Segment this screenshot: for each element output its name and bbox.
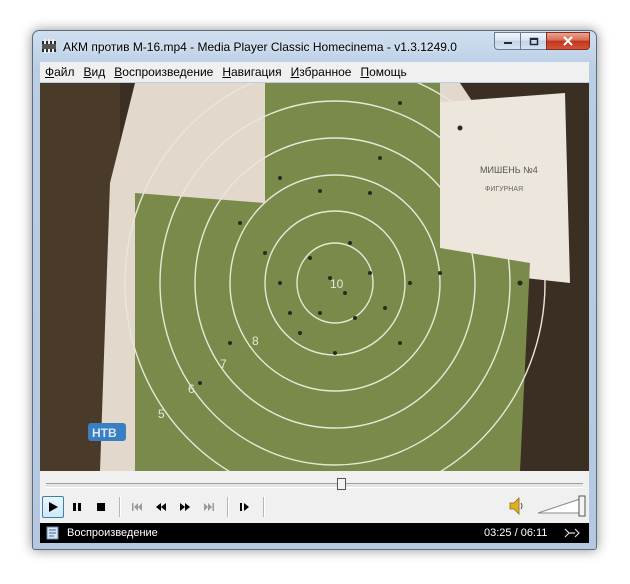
- skip-back-button[interactable]: [126, 496, 148, 518]
- svg-text:6: 6: [188, 382, 195, 396]
- maximize-button[interactable]: [520, 32, 546, 50]
- frame-step-button[interactable]: [234, 496, 256, 518]
- svg-text:НТВ: НТВ: [92, 426, 117, 440]
- stop-icon: [97, 503, 105, 511]
- menu-help[interactable]: Помощь: [355, 65, 410, 79]
- video-image: 10 8 7 6 5 МИШЕНЬ №4 ФИГУРНАЯ НТВ: [40, 83, 589, 471]
- playback-state: Воспроизведение: [67, 527, 158, 539]
- menu-file[interactable]: Файл: [40, 65, 79, 79]
- rewind-button[interactable]: [150, 496, 172, 518]
- target-label: МИШЕНЬ №4: [480, 165, 538, 175]
- minimize-button[interactable]: [494, 32, 520, 50]
- title-bar[interactable]: АКМ против М-16.mp4 - Media Player Class…: [33, 31, 596, 61]
- window-title: АКМ против М-16.mp4 - Media Player Class…: [63, 40, 457, 54]
- audio-signal-icon: [564, 528, 580, 538]
- volume-slider[interactable]: [536, 495, 586, 517]
- frame-step-icon: [240, 503, 249, 511]
- playback-buttons: [42, 495, 270, 519]
- pause-icon: [73, 503, 81, 511]
- stop-button[interactable]: [90, 496, 112, 518]
- fast-forward-button[interactable]: [174, 496, 196, 518]
- menu-view[interactable]: Вид: [79, 65, 110, 79]
- menu-bar: Файл Вид Воспроизведение Навигация Избра…: [40, 62, 589, 82]
- target-sublabel: ФИГУРНАЯ: [485, 186, 523, 193]
- close-button[interactable]: [546, 32, 590, 50]
- fast-forward-icon: [180, 503, 190, 511]
- time-display: 03:25 / 06:11: [484, 527, 548, 539]
- caption-buttons: [494, 32, 590, 51]
- separator: [227, 497, 229, 517]
- separator: [263, 497, 265, 517]
- close-icon: [563, 36, 573, 46]
- app-icon[interactable]: [41, 39, 57, 53]
- player-window: АКМ против М-16.mp4 - Media Player Class…: [32, 30, 597, 550]
- seek-thumb[interactable]: [337, 478, 347, 490]
- menu-play[interactable]: Воспроизведение: [109, 65, 217, 79]
- status-bar: Воспроизведение 03:25 / 06:11: [40, 523, 589, 543]
- video-frame[interactable]: 10 8 7 6 5 МИШЕНЬ №4 ФИГУРНАЯ НТВ: [40, 83, 589, 471]
- svg-text:5: 5: [158, 407, 165, 421]
- seek-bar[interactable]: [46, 483, 583, 488]
- file-icon: [46, 526, 59, 540]
- rewind-icon: [156, 503, 166, 511]
- volume-thumb[interactable]: [578, 495, 586, 517]
- menu-navigate[interactable]: Навигация: [217, 65, 285, 79]
- svg-text:8: 8: [252, 334, 259, 348]
- minimize-icon: [503, 42, 512, 44]
- ntv-logo: НТВ: [88, 423, 126, 441]
- skip-back-icon: [132, 503, 142, 511]
- speaker-icon[interactable]: [509, 497, 525, 515]
- menu-favorites[interactable]: Избранное: [286, 65, 356, 79]
- control-panel: [40, 471, 589, 523]
- pause-button[interactable]: [66, 496, 88, 518]
- skip-forward-button[interactable]: [198, 496, 220, 518]
- skip-forward-icon: [204, 503, 214, 511]
- play-button[interactable]: [42, 496, 64, 518]
- svg-text:10: 10: [330, 277, 344, 291]
- svg-text:7: 7: [220, 357, 227, 371]
- maximize-icon: [529, 37, 538, 45]
- play-icon: [49, 502, 58, 512]
- separator: [119, 497, 121, 517]
